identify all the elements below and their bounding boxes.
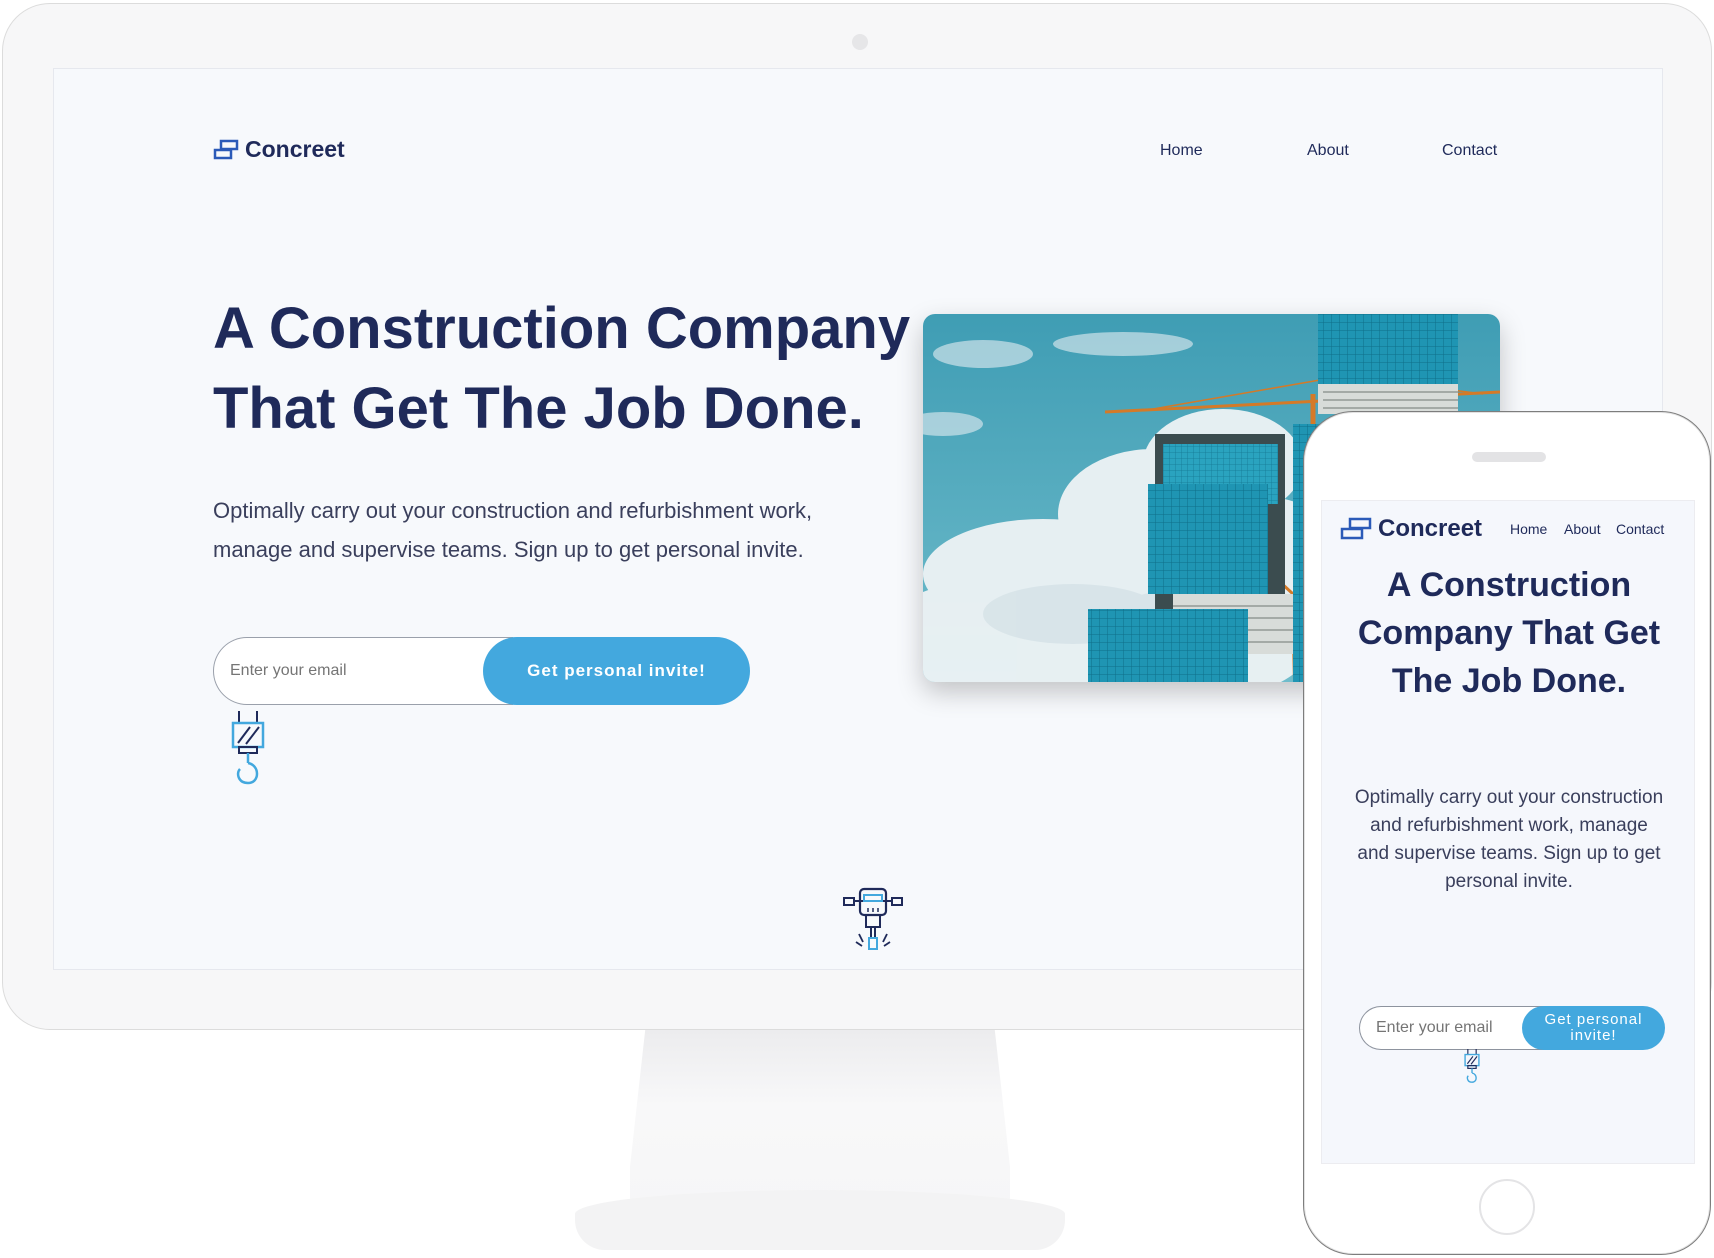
mobile-screen: Concreet Home About Contact A Constructi… (1321, 500, 1695, 1164)
mobile-get-invite-button[interactable]: Get personal invite! (1522, 1006, 1665, 1050)
monitor-camera (852, 34, 868, 50)
brand-name: Concreet (1378, 515, 1483, 542)
mobile-phone-frame: Concreet Home About Contact A Constructi… (1303, 411, 1711, 1255)
stacked-blocks-icon (213, 139, 239, 159)
mobile-nav-home-link[interactable]: Home (1510, 521, 1547, 537)
get-invite-button[interactable]: Get personal invite! (483, 637, 750, 705)
email-input[interactable] (213, 637, 513, 705)
hero-title: A Construction Company That Get The Job … (213, 296, 911, 441)
mobile-nav-about-link[interactable]: About (1564, 521, 1601, 537)
crane-hook-icon (1464, 1049, 1480, 1083)
phone-home-button (1479, 1179, 1535, 1235)
mobile-hero-title: A Construction Company That Get The Job … (1357, 566, 1661, 700)
mobile-nav-contact-link[interactable]: Contact (1616, 521, 1664, 537)
mobile-invite-form: Get personal invite! (1359, 1006, 1665, 1050)
monitor-stand-base (575, 1190, 1065, 1250)
hero-description: Optimally carry out your construction an… (213, 498, 813, 562)
nav-home-link[interactable]: Home (1160, 142, 1203, 160)
brand-name: Concreet (245, 136, 345, 162)
desktop-logo[interactable]: Concreet (213, 136, 345, 163)
nav-about-link[interactable]: About (1307, 142, 1349, 160)
stacked-blocks-icon (1340, 517, 1372, 540)
jackhammer-icon (843, 887, 903, 950)
mobile-hero-description: Optimally carry out your construction an… (1354, 787, 1664, 892)
mobile-logo[interactable]: Concreet (1339, 515, 1482, 543)
nav-contact-link[interactable]: Contact (1442, 142, 1497, 160)
crane-hook-icon (231, 711, 265, 785)
invite-form: Get personal invite! (213, 637, 750, 705)
mobile-email-input[interactable] (1359, 1006, 1549, 1050)
phone-speaker (1472, 452, 1546, 462)
